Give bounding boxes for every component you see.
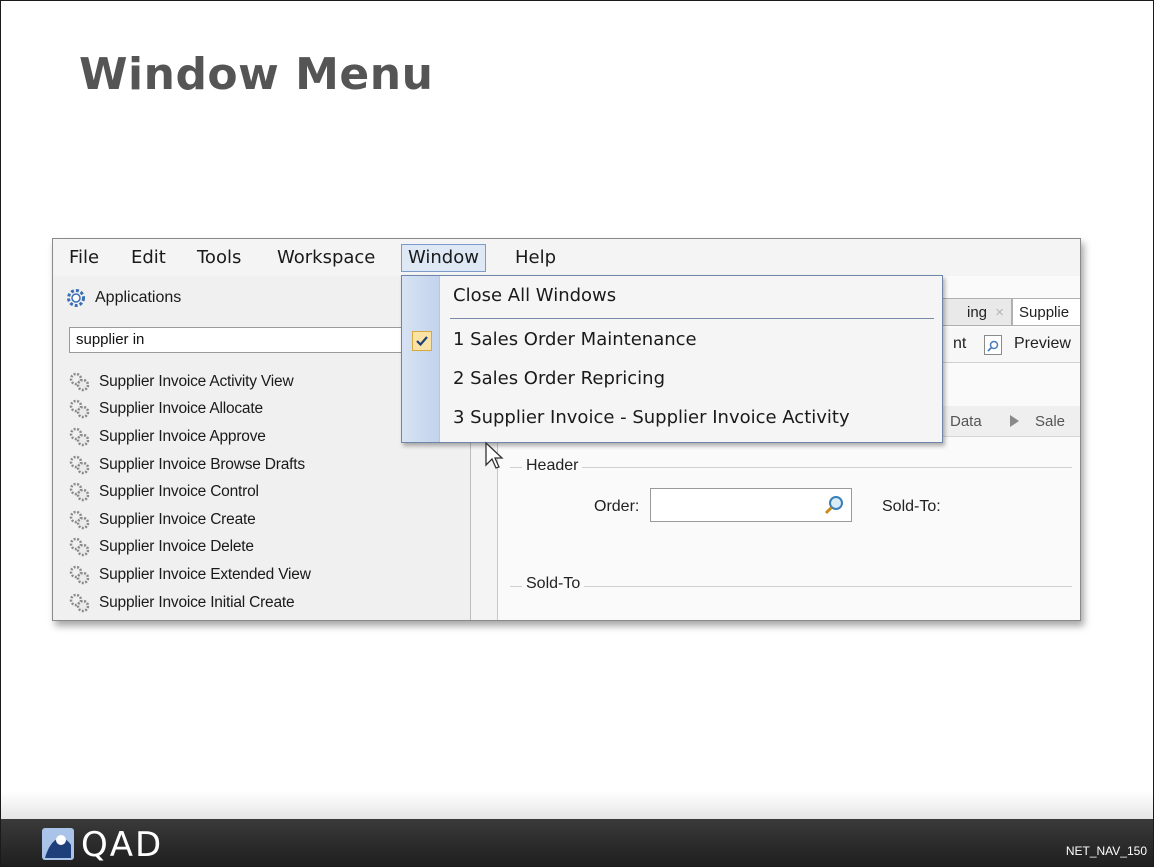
list-item-label: Supplier Invoice Control [99,483,259,501]
mouse-cursor-icon [485,441,504,469]
tab-sales-order-repricing[interactable]: ing × [938,298,1012,326]
window-item-sales-order-repricing[interactable]: 2 Sales Order Repricing [453,368,665,389]
checkmark-icon [412,331,432,351]
menubar: File Edit Tools Workspace Window Help [53,239,1080,276]
preview-button[interactable]: Preview [1014,335,1071,353]
list-item-label: Supplier Invoice Extended View [99,565,311,583]
list-item[interactable]: Supplier Invoice Extended View [67,561,470,589]
list-item-label: Supplier Invoice Create [99,510,256,528]
menu-help[interactable]: Help [511,245,560,271]
gears-icon [67,592,97,614]
menu-file[interactable]: File [65,245,103,271]
application-search-input[interactable]: supplier in [69,327,402,353]
list-item[interactable]: Supplier Invoice Control [67,478,470,506]
qad-logo-icon [42,828,74,860]
list-item[interactable]: Supplier Invoice Create [67,506,470,534]
gears-icon [67,398,97,420]
gears-icon [67,426,97,448]
menu-tools[interactable]: Tools [193,245,245,271]
menu-edit[interactable]: Edit [127,245,170,271]
sold-to-group-label: Sold-To [522,575,585,593]
applications-header[interactable]: Applications [65,286,181,310]
list-item-label: Supplier Invoice Initial Create [99,593,295,611]
gears-icon [67,564,97,586]
list-item-label: Supplier Invoice Allocate [99,400,263,418]
menu-window[interactable]: Window [401,244,486,272]
gears-icon [67,371,97,393]
breadcrumb-data[interactable]: Data [950,413,982,430]
logo-text: QAD [81,825,164,865]
breadcrumb-sales[interactable]: Sale [1035,413,1065,430]
gears-icon [67,536,97,558]
list-item[interactable]: Supplier Invoice Browse Drafts [67,451,470,479]
list-item-label: Supplier Invoice Browse Drafts [99,455,305,473]
list-item-label: Supplier Invoice Delete [99,538,254,556]
footer: QAD NET_NAV_150 [1,819,1153,866]
tab-label: ing [967,304,988,321]
gear-icon [67,289,85,307]
search-icon[interactable] [823,494,845,521]
applications-title: Applications [95,289,182,306]
list-item[interactable]: Supplier Invoice Delete [67,534,470,562]
tab-label: Supplie [1019,304,1070,321]
slide: Window Menu File Edit Tools Workspace Wi… [0,0,1154,867]
window-item-supplier-invoice-activity[interactable]: 3 Supplier Invoice - Supplier Invoice Ac… [453,407,850,428]
gears-icon [67,454,97,476]
list-item-label: Supplier Invoice Activity View [99,372,294,390]
close-icon[interactable]: × [995,304,1004,321]
window-menu-dropdown: Close All Windows 1 Sales Order Maintena… [401,275,943,443]
order-label: Order: [594,498,640,515]
toolbar-partial-label[interactable]: nt [953,335,966,353]
gears-icon [67,509,97,531]
list-item[interactable]: Supplier Invoice Initial Create [67,589,470,617]
preview-icon[interactable] [984,335,1002,355]
menu-workspace[interactable]: Workspace [273,245,379,271]
menu-icon-gutter [402,276,440,442]
tab-supplier-invoice[interactable]: Supplie [1012,298,1080,326]
header-group-label: Header [522,457,583,475]
window-item-sales-order-maintenance[interactable]: 1 Sales Order Maintenance [453,329,697,350]
menu-separator [450,318,934,319]
list-item-label: Supplier Invoice Approve [99,427,266,445]
app-screenshot: File Edit Tools Workspace Window Help Ap… [52,238,1081,621]
close-all-windows-item[interactable]: Close All Windows [453,285,616,306]
footer-fade [1,791,1153,819]
slide-title: Window Menu [79,49,434,100]
breadcrumb-arrow-icon [1010,415,1019,427]
sold-to-group-line [510,586,1072,587]
order-input[interactable] [650,488,852,522]
slide-code: NET_NAV_150 [1065,844,1147,858]
gears-icon [67,481,97,503]
sold-to-label: Sold-To: [882,498,941,515]
header-group-line [510,467,1072,468]
